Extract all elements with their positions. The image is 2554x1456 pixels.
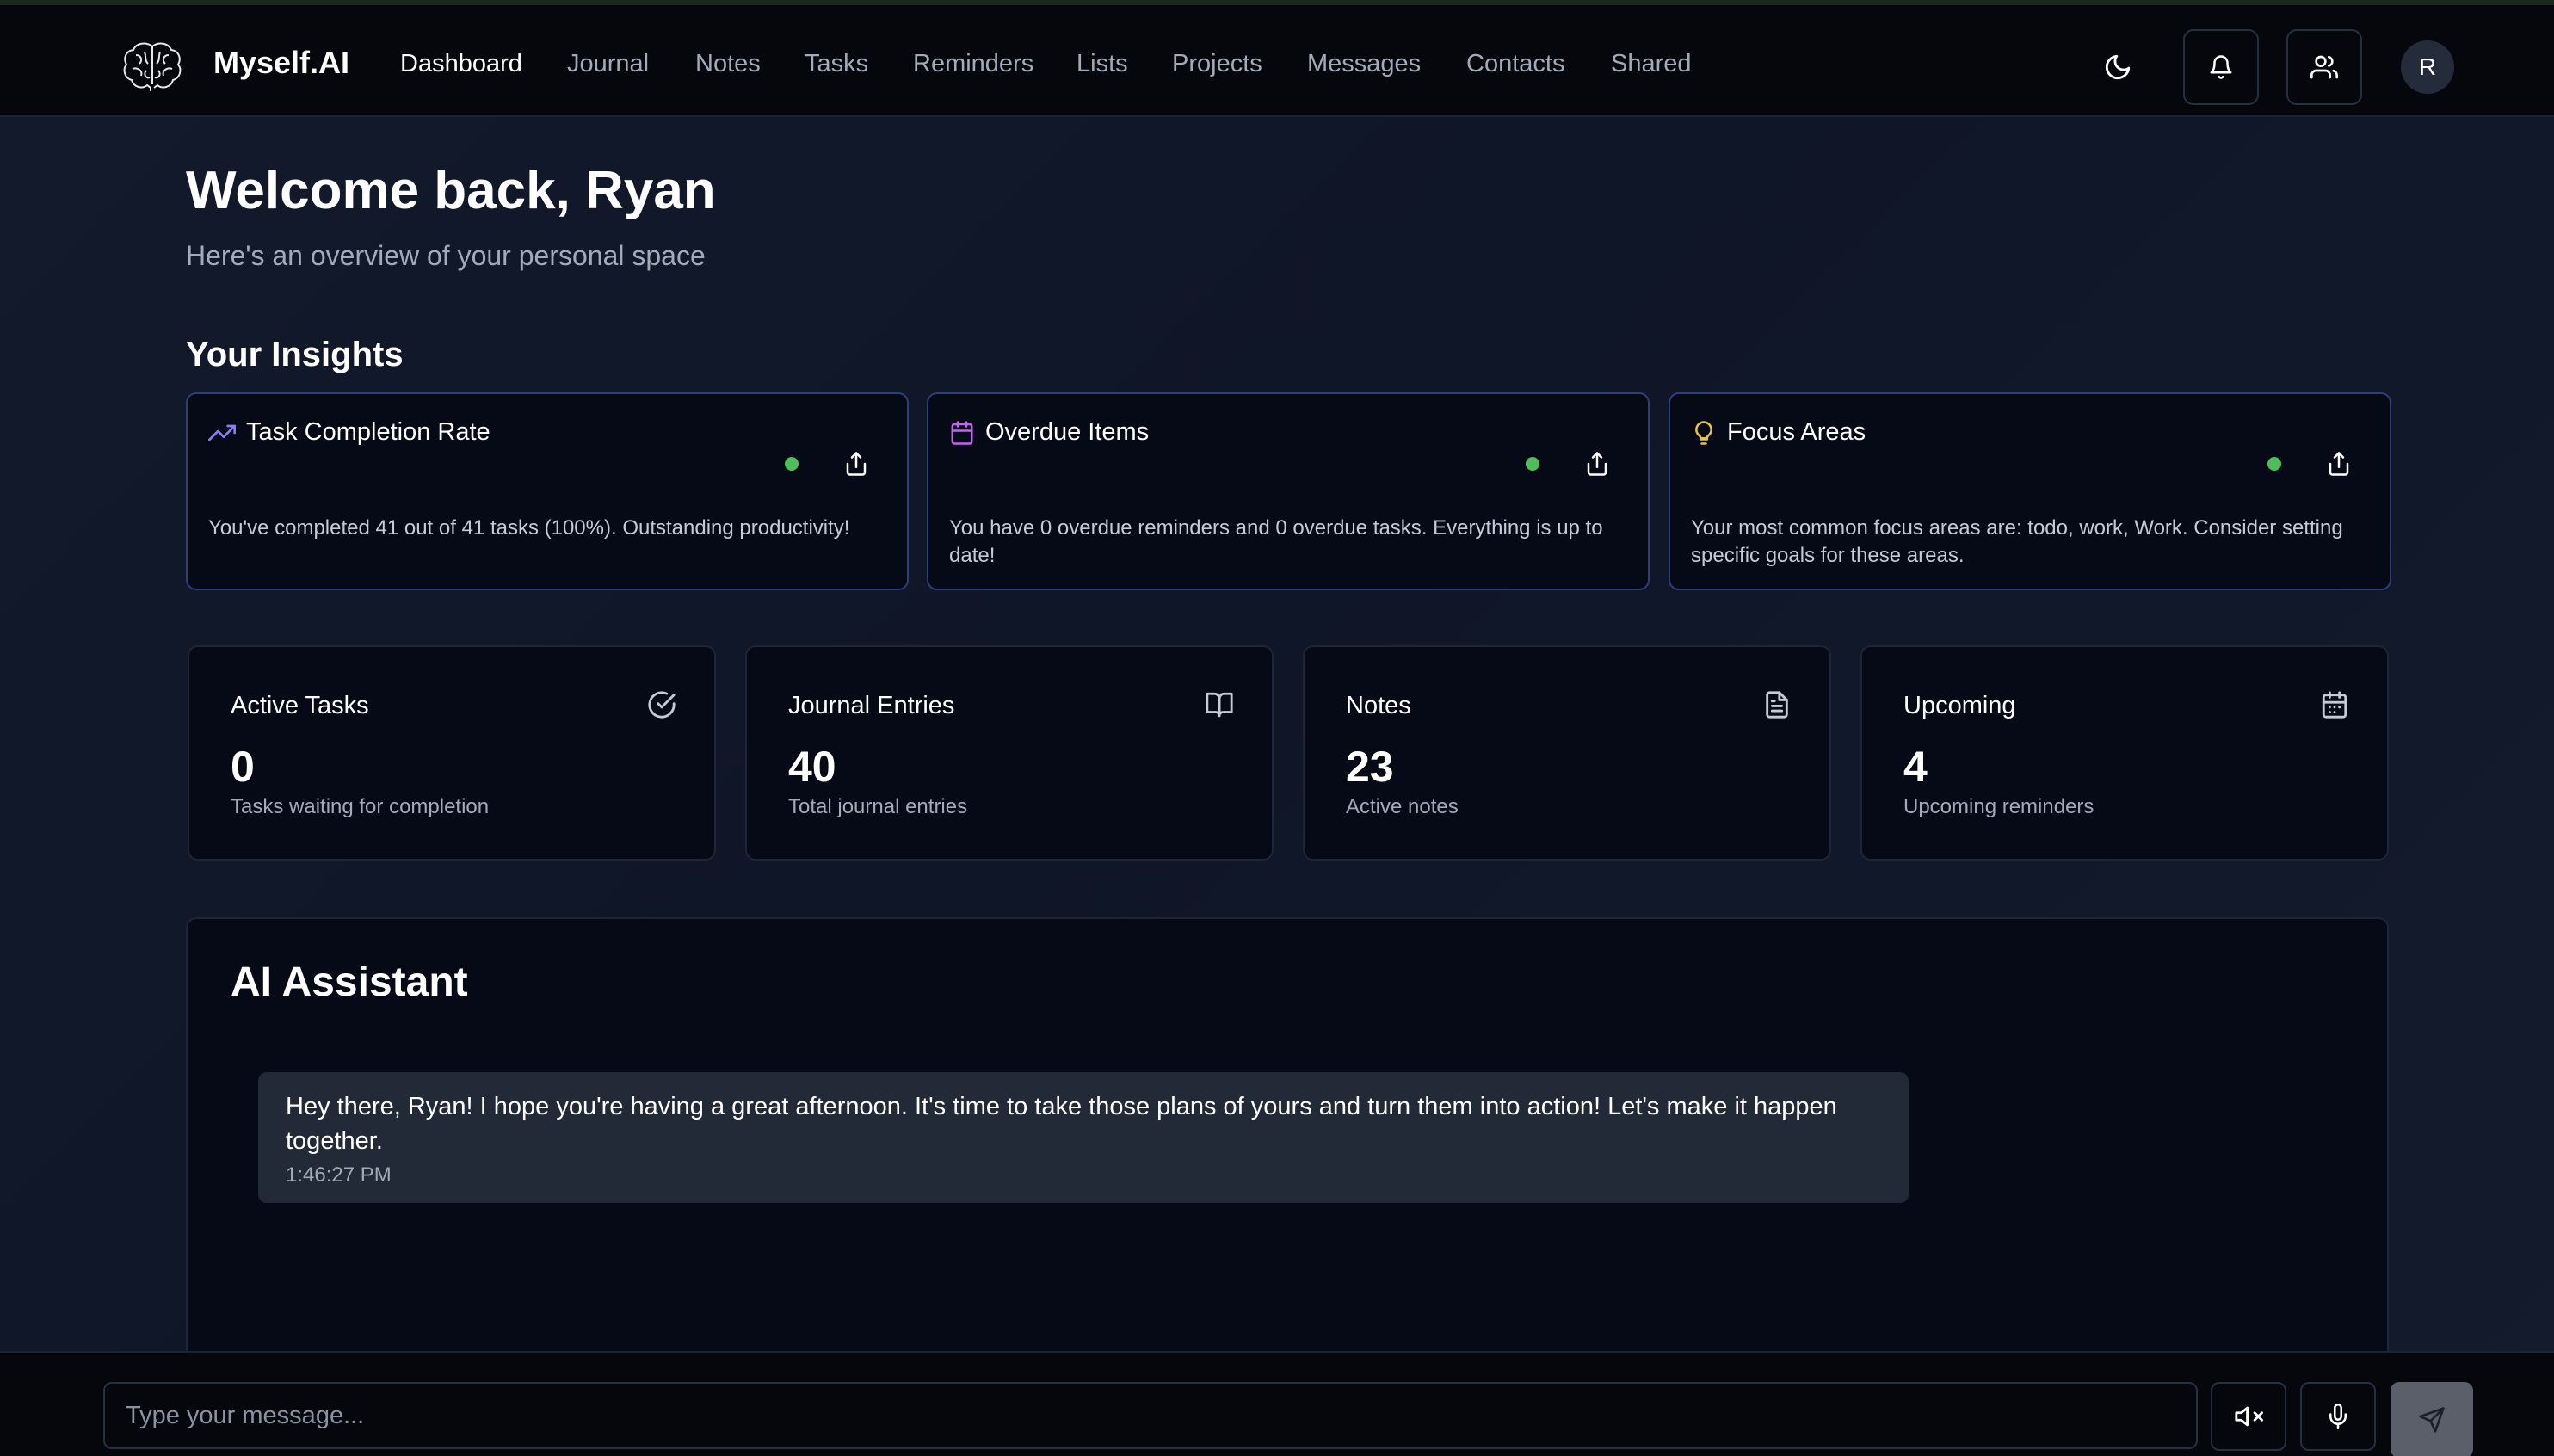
notifications-button[interactable]	[2183, 29, 2259, 105]
file-text-icon	[1762, 690, 1793, 721]
brand-name[interactable]: Myself.AI	[213, 45, 349, 81]
assistant-title: AI Assistant	[231, 959, 468, 1005]
trending-up-icon	[208, 419, 236, 447]
users-icon	[2310, 53, 2338, 81]
insight-card-focus-areas[interactable]: Focus Areas Your most common focus areas…	[1669, 392, 2391, 590]
status-dot	[785, 457, 799, 471]
moon-icon	[2103, 52, 2132, 82]
lightbulb-icon	[1691, 420, 1717, 446]
nav-journal[interactable]: Journal	[567, 50, 649, 78]
share-icon	[2326, 451, 2352, 477]
insight-text: Your most common focus areas are: todo, …	[1691, 516, 2343, 567]
calendar-icon	[949, 420, 975, 446]
top-nav: Myself.AI Dashboard Journal Notes Tasks …	[0, 0, 2554, 117]
status-dot	[1526, 457, 1539, 471]
nav-projects[interactable]: Projects	[1172, 50, 1262, 78]
stat-value: 4	[1903, 743, 1928, 791]
nav-dashboard[interactable]: Dashboard	[400, 50, 522, 78]
assistant-message: Hey there, Ryan! I hope you're having a …	[258, 1072, 1909, 1203]
nav-contacts[interactable]: Contacts	[1466, 50, 1564, 78]
stat-value: 40	[788, 743, 836, 791]
bell-icon	[2208, 54, 2234, 80]
nav-tasks[interactable]: Tasks	[805, 50, 868, 78]
nav-reminders[interactable]: Reminders	[913, 50, 1033, 78]
share-icon	[843, 451, 869, 477]
mute-icon	[2234, 1402, 2263, 1431]
page-title: Welcome back, Ryan	[186, 161, 716, 220]
insight-card-task-completion[interactable]: Task Completion Rate You've completed 41…	[186, 392, 909, 590]
brain-logo-icon[interactable]	[120, 40, 184, 93]
share-button[interactable]	[2319, 444, 2359, 484]
microphone-button[interactable]	[2300, 1382, 2376, 1451]
nav-messages[interactable]: Messages	[1307, 50, 1421, 78]
avatar[interactable]: R	[2401, 40, 2454, 94]
mute-button[interactable]	[2211, 1382, 2286, 1451]
stat-value: 23	[1346, 743, 1394, 791]
theme-toggle-button[interactable]	[2082, 38, 2153, 96]
book-open-icon	[1205, 690, 1236, 721]
message-input[interactable]	[103, 1382, 2198, 1449]
page-subtitle: Here's an overview of your personal spac…	[186, 240, 706, 271]
insight-title: Overdue Items	[985, 418, 1150, 446]
nav-lists[interactable]: Lists	[1077, 50, 1128, 78]
stat-label: Journal Entries	[788, 692, 955, 719]
nav-notes[interactable]: Notes	[695, 50, 761, 78]
status-dot	[2267, 457, 2281, 471]
stat-label: Active Tasks	[231, 692, 369, 719]
users-button[interactable]	[2286, 29, 2362, 105]
stat-label: Notes	[1346, 692, 1411, 719]
stat-value: 0	[231, 743, 255, 791]
stat-description: Tasks waiting for completion	[231, 795, 490, 818]
message-timestamp: 1:46:27 PM	[286, 1163, 392, 1187]
insight-title: Focus Areas	[1727, 418, 1866, 446]
stat-label: Upcoming	[1903, 692, 2016, 719]
share-button[interactable]	[1577, 444, 1617, 484]
stat-card-journal-entries[interactable]: Journal Entries 40 Total journal entries	[745, 645, 1274, 861]
stat-description: Total journal entries	[788, 795, 968, 818]
share-icon	[1584, 451, 1610, 477]
share-button[interactable]	[836, 444, 876, 484]
send-icon	[2418, 1406, 2446, 1434]
stat-description: Active notes	[1346, 795, 1459, 818]
message-composer	[0, 1351, 2554, 1456]
stat-description: Upcoming reminders	[1903, 795, 2094, 818]
calendar-icon	[2320, 690, 2351, 721]
insight-text: You've completed 41 out of 41 tasks (100…	[208, 516, 850, 540]
stat-card-upcoming[interactable]: Upcoming 4 Upcoming reminders	[1860, 645, 2389, 861]
send-button[interactable]	[2391, 1382, 2473, 1456]
stat-card-notes[interactable]: Notes 23 Active notes	[1303, 645, 1831, 861]
insight-title: Task Completion Rate	[246, 418, 490, 446]
stat-card-active-tasks[interactable]: Active Tasks 0 Tasks waiting for complet…	[188, 645, 716, 861]
insights-heading: Your Insights	[186, 336, 404, 373]
nav-shared[interactable]: Shared	[1611, 50, 1692, 78]
insight-card-overdue[interactable]: Overdue Items You have 0 overdue reminde…	[927, 392, 1650, 590]
mic-icon	[2325, 1404, 2351, 1429]
check-circle-icon	[647, 690, 678, 721]
insight-text: You have 0 overdue reminders and 0 overd…	[949, 516, 1603, 567]
message-text: Hey there, Ryan! I hope you're having a …	[286, 1093, 1837, 1155]
